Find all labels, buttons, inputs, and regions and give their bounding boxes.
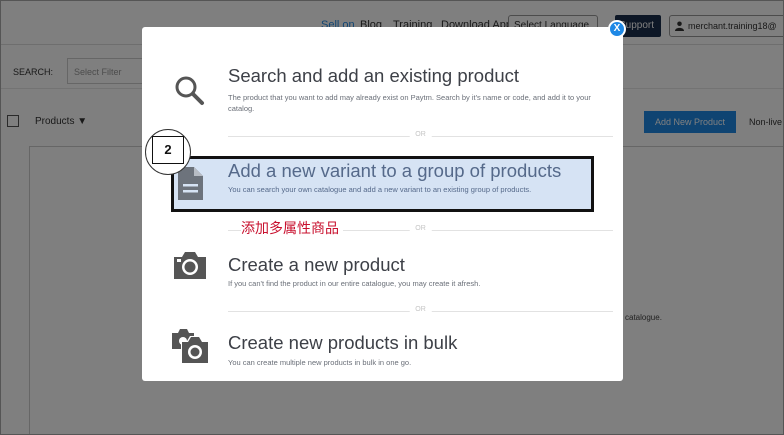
or-separator: OR — [228, 131, 613, 138]
multi-camera-icon — [172, 329, 209, 364]
option-title: Search and add an existing product — [228, 65, 520, 86]
option-title: Add a new variant to a group of products — [228, 160, 562, 181]
app-frame: Sell on Blog Training Download App Selec… — [0, 0, 784, 435]
option-description: The product that you want to add may alr… — [228, 93, 591, 113]
option-title: Create new products in bulk — [228, 332, 458, 353]
search-icon — [175, 76, 204, 105]
option-description: You can search your own catalogue and ad… — [228, 185, 532, 194]
option-description: You can create multiple new products in … — [228, 358, 412, 367]
or-label: OR — [409, 306, 432, 313]
step-number: 2 — [152, 136, 184, 164]
or-label: OR — [409, 131, 432, 138]
or-separator: OR — [228, 306, 613, 313]
or-label: OR — [409, 225, 432, 232]
close-icon[interactable]: X — [608, 20, 626, 38]
add-product-modal: Search and add an existing product The p… — [142, 27, 623, 381]
option-title: Create a new product — [228, 254, 405, 275]
annotation-note: 添加多属性商品 — [241, 218, 343, 238]
camera-icon — [174, 252, 206, 279]
option-description: If you can't find the product in our ent… — [228, 279, 481, 288]
